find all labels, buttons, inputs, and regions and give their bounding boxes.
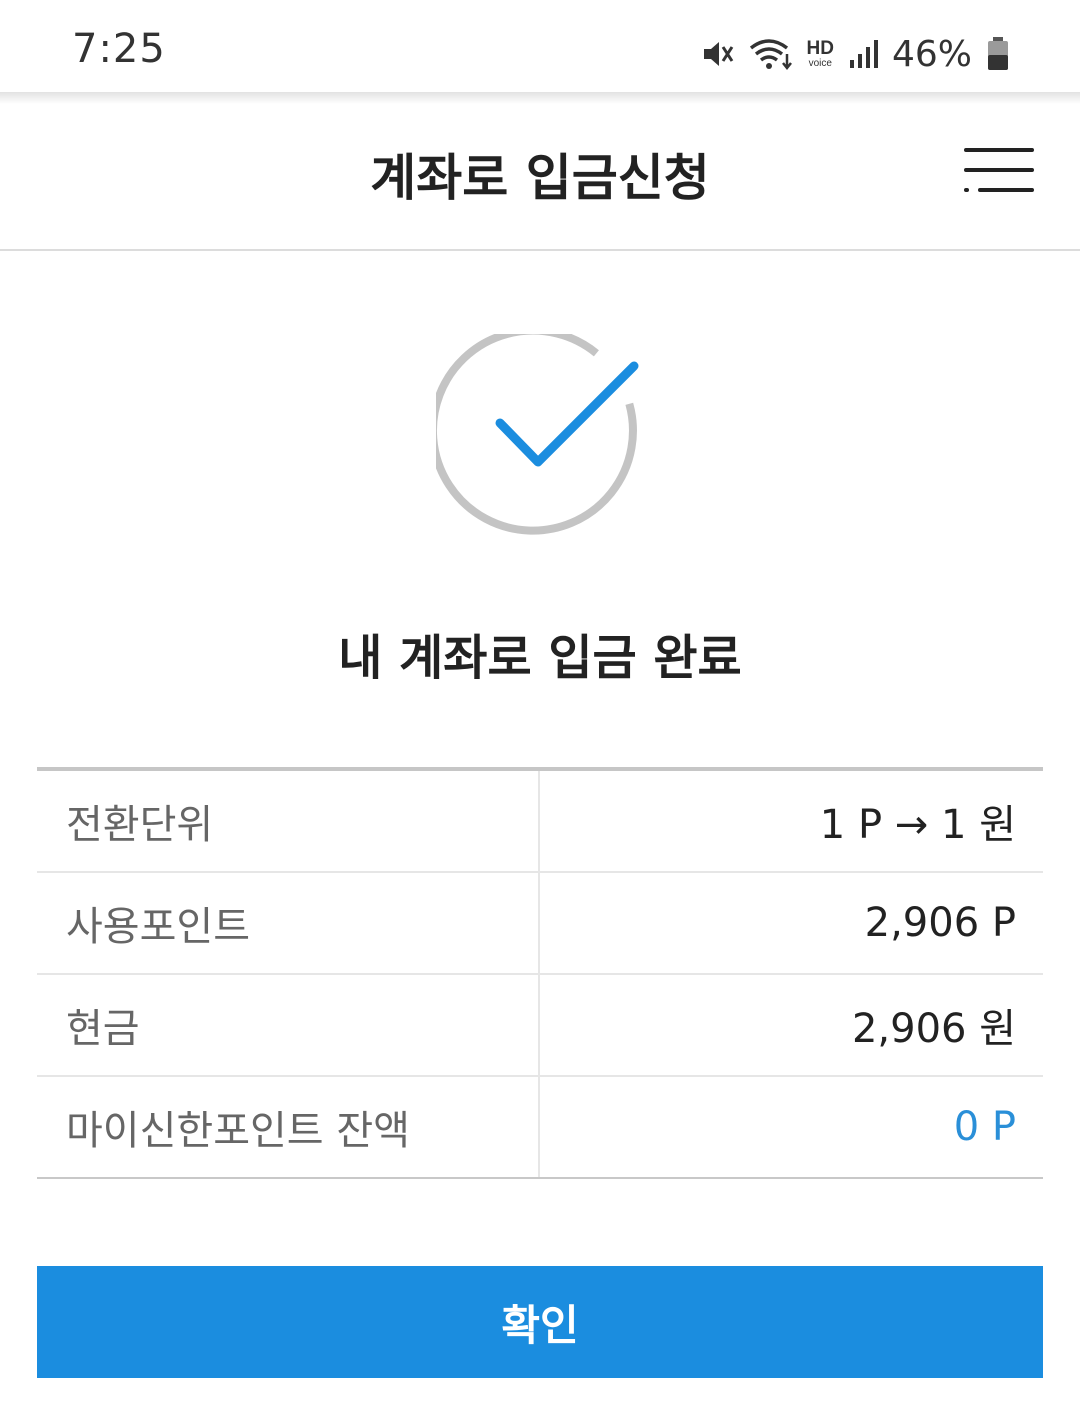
row-label: 전환단위 <box>37 771 540 871</box>
check-circle-icon <box>429 326 646 548</box>
table-row-used-points: 사용포인트 2,906 P <box>37 873 1043 975</box>
signal-icon <box>848 38 878 70</box>
page-title: 계좌로 입금신청 <box>370 149 710 207</box>
row-value: 0 P <box>953 1104 1016 1150</box>
status-icons: HD voice 46% <box>701 30 1010 78</box>
wifi-icon <box>749 37 793 71</box>
table-row-cash: 현금 2,906 원 <box>37 975 1043 1077</box>
row-label: 현금 <box>37 975 540 1075</box>
row-value: 2,906 P <box>864 900 1016 946</box>
confirm-button[interactable]: 확인 <box>37 1266 1043 1378</box>
hd-voice-icon: HD voice <box>807 39 834 69</box>
voice-label: voice <box>808 58 832 69</box>
menu-icon <box>964 148 1034 192</box>
table-row-point-balance: 마이신한포인트 잔액 0 P <box>37 1077 1043 1179</box>
row-label: 마이신한포인트 잔액 <box>37 1077 540 1177</box>
row-value: 1 P → 1 원 <box>819 802 1016 848</box>
mute-icon <box>701 37 735 71</box>
app-header: 계좌로 입금신청 <box>0 92 1080 251</box>
info-table: 전환단위 1 P → 1 원 사용포인트 2,906 P 현금 2,906 원 … <box>37 767 1043 1179</box>
status-time: 7:25 <box>72 26 166 72</box>
row-label: 사용포인트 <box>37 873 540 973</box>
menu-button[interactable] <box>964 144 1038 200</box>
table-row-conversion-unit: 전환단위 1 P → 1 원 <box>37 771 1043 873</box>
battery-percent: 46% <box>891 33 972 75</box>
status-bar: 7:25 HD voice 46% <box>0 0 1080 92</box>
header-shadow <box>0 92 1080 104</box>
row-value: 2,906 원 <box>851 1006 1016 1052</box>
hd-label: HD <box>806 38 834 59</box>
completion-message: 내 계좌로 입금 완료 <box>338 630 742 686</box>
battery-icon <box>986 36 1010 72</box>
